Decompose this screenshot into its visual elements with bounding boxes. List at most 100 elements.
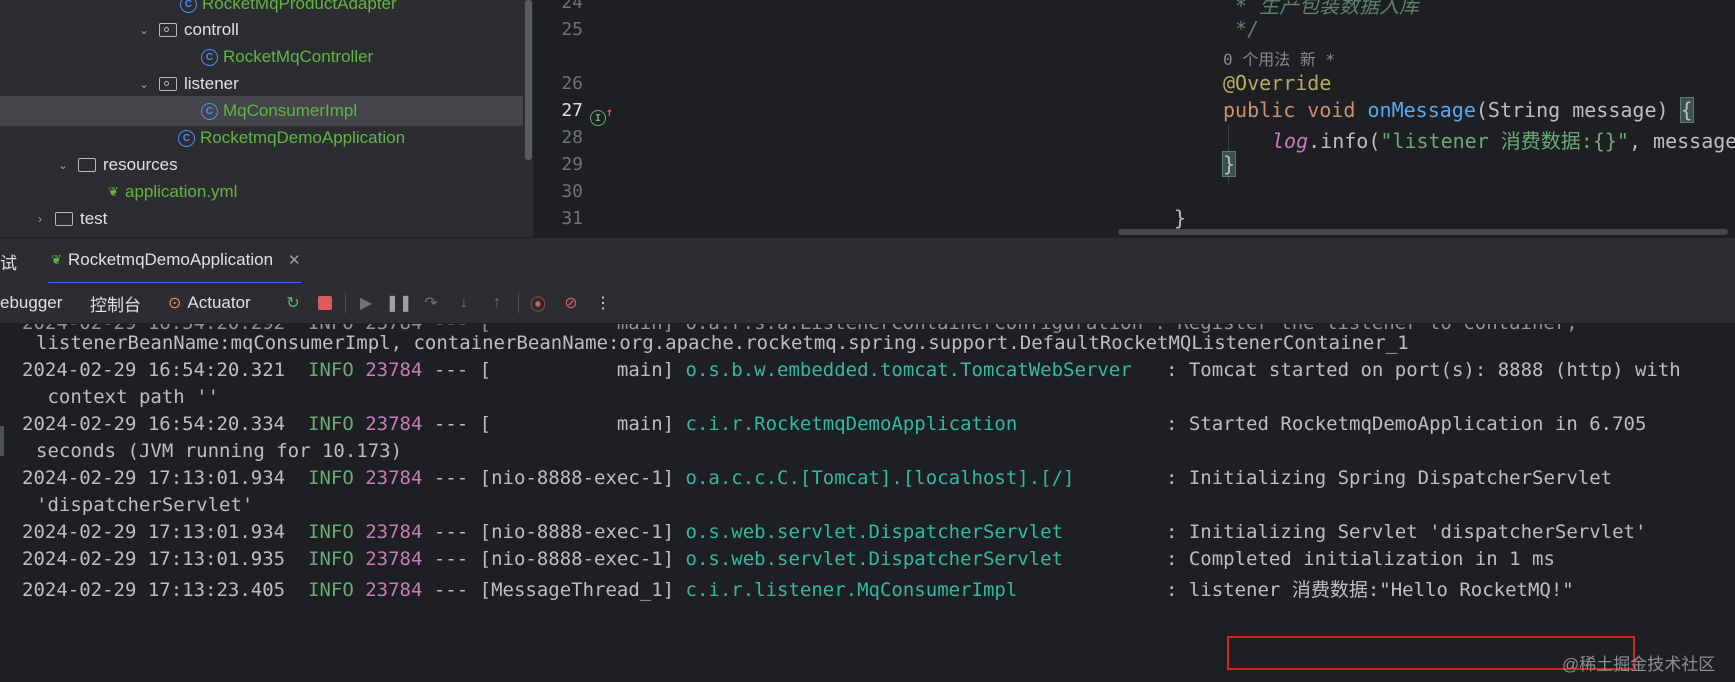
tree-item-listener[interactable]: ⌄ listener (0, 69, 523, 99)
code-line-27: public void onMessage(String message) { (1223, 97, 1694, 123)
tree-item-label: application.yml (125, 182, 238, 201)
log-pid: 23784 (365, 413, 423, 435)
log-logger: c.i.r.listener.MqConsumerImpl (685, 579, 1144, 601)
code-line-31: } (1174, 206, 1187, 230)
log-message: : Started RocketmqDemoApplication in 6.7… (1165, 413, 1647, 435)
log-level: INFO (308, 467, 354, 489)
more-options-icon[interactable]: ⋮ (593, 293, 613, 313)
log-separator: --- [ (422, 579, 492, 601)
step-over-icon[interactable]: ↷ (421, 293, 441, 313)
mute-breakpoints-icon[interactable]: ⊘ (561, 293, 581, 313)
close-icon[interactable]: ✕ (288, 251, 301, 269)
line-number: 24 (561, 0, 583, 13)
run-tool-window-tabs: 试 ❦ RocketmqDemoApplication ✕ (0, 237, 1735, 285)
log-thread: main] (491, 413, 686, 435)
log-thread: nio-8888-exec-1] (491, 548, 686, 570)
console-line: seconds (JVM running for 10.173) (36, 440, 403, 462)
line-number: 25 (561, 19, 583, 40)
run-toolbar: ebugger 控制台 ⊙ Actuator ↻ ▶ ❚❚ ↷ ↓ ↑ ⦿ ⊘ … (0, 283, 1735, 324)
log-padding (1143, 467, 1166, 489)
line-number: 31 (561, 208, 583, 229)
tree-item-mqconsumerimpl[interactable]: C MqConsumerImpl (0, 96, 523, 126)
console-line: 2024-02-29 16:54:20.321 INFO 23784 --- [… (22, 359, 1681, 381)
console-line: 2024-02-29 17:13:01.935 INFO 23784 --- [… (22, 548, 1555, 570)
debugger-tab[interactable]: ebugger (0, 283, 62, 323)
log-timestamp: 2024-02-29 16:54:20.321 (22, 359, 286, 381)
resume-icon[interactable]: ▶ (356, 293, 376, 313)
tree-item-rocketmqcontroller[interactable]: C RocketMqController (0, 42, 523, 72)
view-breakpoints-icon[interactable]: ⦿ (528, 293, 548, 314)
log-separator: --- [ (422, 359, 492, 381)
actuator-tab[interactable]: ⊙ Actuator (168, 283, 251, 323)
call: .info( (1308, 129, 1381, 153)
console-line: listenerBeanName:mqConsumerImpl, contain… (36, 332, 1409, 354)
log-timestamp: 2024-02-29 17:13:01.934 (22, 467, 286, 489)
log-thread: nio-8888-exec-1] (491, 521, 686, 543)
tool-window-title[interactable]: 试 (0, 238, 17, 284)
usages-inlay-hint[interactable]: 0 个用法 新 * (1223, 46, 1335, 70)
log-pid: 23784 (365, 467, 423, 489)
tree-item-label: RocketMqProductAdapter (202, 0, 397, 13)
run-tab-rocketmqdemoapplication[interactable]: ❦ RocketmqDemoApplication ✕ (48, 238, 301, 284)
string-literal: "listener 消费数据:{}" (1380, 129, 1629, 153)
tree-item-label: RocketmqDemoApplication (200, 128, 406, 147)
log-pid: 23784 (365, 579, 423, 601)
package-icon (159, 77, 177, 91)
tree-item-label: listener (184, 74, 239, 93)
log-logger: o.s.b.w.embedded.tomcat.TomcatWebServer (685, 359, 1144, 381)
console-output[interactable]: 2024-02-29 16:54:20.292 INFO 23784 --- [… (0, 324, 1735, 682)
log-timestamp: 2024-02-29 16:54:20.334 (22, 413, 286, 435)
log-thread: main] (491, 359, 686, 381)
class-icon: C (201, 48, 218, 66)
rerun-icon[interactable]: ↻ (283, 293, 303, 313)
step-into-icon[interactable]: ↓ (454, 293, 474, 313)
chevron-down-icon[interactable]: ⌄ (56, 158, 70, 172)
tree-scrollbar[interactable] (525, 0, 532, 160)
params: (String message) (1475, 98, 1681, 122)
brace: } (1221, 151, 1237, 177)
log-separator: --- [ (422, 467, 492, 489)
code-line-28: log.info("listener 消费数据:{}", message); (1272, 125, 1735, 154)
code-editor[interactable]: 24 25 26 27 28 29 30 31 I * 生产包装数据入库 */ … (533, 0, 1735, 263)
run-tab-label: RocketmqDemoApplication (68, 250, 274, 269)
line-number: 30 (561, 181, 583, 202)
log-level: INFO (308, 359, 354, 381)
chevron-right-icon[interactable]: › (33, 212, 47, 226)
console-tab[interactable]: 控制台 (90, 283, 141, 323)
tree-item-rocketmqdemoapplication[interactable]: C RocketmqDemoApplication (0, 123, 523, 153)
log-level: INFO (308, 548, 354, 570)
log-pid: 23784 (365, 359, 423, 381)
toolbar-separator (345, 293, 346, 313)
pause-icon[interactable]: ❚❚ (386, 293, 413, 313)
editor-horizontal-scrollbar[interactable] (1118, 229, 1728, 235)
chevron-down-icon[interactable]: ⌄ (137, 77, 151, 91)
log-level: INFO (308, 579, 354, 601)
log-padding (1143, 548, 1166, 570)
log-logger: c.i.r.RocketmqDemoApplication (685, 413, 1144, 435)
tree-item-test[interactable]: › test (0, 204, 523, 234)
log-timestamp: 2024-02-29 17:13:23.405 (22, 579, 286, 601)
step-out-icon[interactable]: ↑ (487, 293, 507, 313)
log-padding (1143, 521, 1166, 543)
yaml-file-icon: ❦ (108, 184, 119, 199)
console-line: 'dispatcherServlet' (36, 494, 254, 516)
log-timestamp: 2024-02-29 17:13:01.935 (22, 548, 286, 570)
folder-icon (55, 212, 73, 226)
line-number: 27 (561, 100, 583, 121)
tree-item-application-yml[interactable]: ❦ application.yml (0, 177, 523, 207)
tree-item-controll[interactable]: ⌄ controll (0, 15, 523, 45)
toolbar-separator (518, 293, 519, 313)
log-thread: nio-8888-exec-1] (491, 467, 686, 489)
implements-method-icon[interactable]: I (590, 105, 613, 126)
chevron-down-icon[interactable]: ⌄ (137, 23, 151, 37)
console-line: 2024-02-29 16:54:20.334 INFO 23784 --- [… (22, 413, 1646, 435)
stop-icon[interactable] (315, 293, 335, 313)
keyword: public void (1223, 98, 1368, 122)
line-number: 28 (561, 127, 583, 148)
tree-item-label: test (80, 209, 108, 228)
tree-item-label: MqConsumerImpl (223, 101, 358, 120)
tree-item-label: RocketMqController (223, 47, 374, 66)
console-gutter-marker (0, 426, 4, 456)
tree-item-resources[interactable]: ⌄ resources (0, 150, 523, 180)
class-icon: C (180, 0, 197, 13)
